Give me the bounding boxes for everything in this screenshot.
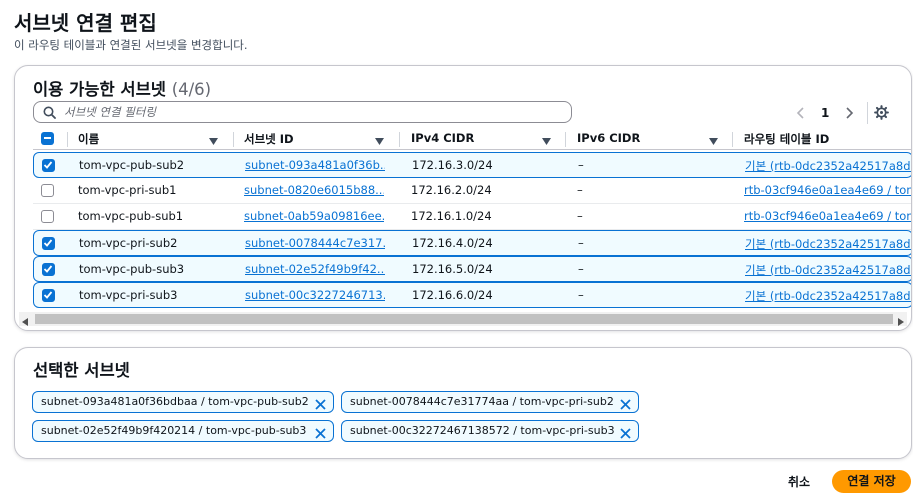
- token-label: subnet-0078444c7e31774aa / tom-vpc-pri-s…: [350, 395, 614, 408]
- scrollbar-thumb[interactable]: [35, 314, 893, 324]
- available-subnets-panel: 이용 가능한 서브넷 (4/6) 1 이름 서브넷 ID IPv4 CIDR I…: [14, 65, 912, 331]
- pager-divider: [867, 102, 868, 124]
- route-table-link[interactable]: rtb-03cf946e0a1ea4e69 / tom-: [744, 183, 911, 197]
- table-row[interactable]: tom-vpc-pri-sub3 subnet-00c3227246713...…: [33, 282, 911, 308]
- row-checkbox[interactable]: [41, 210, 54, 223]
- token-label: subnet-02e52f49b9f420214 / tom-vpc-pub-s…: [41, 424, 307, 437]
- remove-token-icon[interactable]: [315, 397, 326, 417]
- ipv6-cidr: –: [578, 236, 584, 250]
- selected-subnet-token: subnet-00c32272467138572 / tom-vpc-pri-s…: [341, 420, 639, 442]
- selected-subnets-panel: 선택한 서브넷 subnet-093a481a0f36bdbaa / tom-v…: [14, 347, 912, 459]
- selection-count: (4/6): [171, 80, 212, 99]
- subnet-id-link[interactable]: subnet-0ab59a09816ee...: [244, 209, 384, 223]
- available-subnets-heading: 이용 가능한 서브넷: [33, 80, 166, 99]
- route-table-link[interactable]: 기본 (rtb-0dc2352a42517a8dd: [745, 288, 911, 304]
- table-row[interactable]: tom-vpc-pub-sub3 subnet-02e52f49b9f42...…: [33, 256, 911, 282]
- sort-caret-icon[interactable]: [375, 134, 384, 148]
- subnet-id-link[interactable]: subnet-00c3227246713...: [245, 288, 385, 302]
- table-row[interactable]: tom-vpc-pri-sub1 subnet-0820e6015b88... …: [33, 178, 911, 204]
- select-all-checkbox[interactable]: [41, 132, 54, 145]
- ipv6-cidr: –: [577, 209, 583, 223]
- ipv4-cidr: 172.16.6.0/24: [412, 288, 493, 302]
- ipv6-cidr: –: [578, 158, 584, 172]
- filter-box[interactable]: [33, 101, 572, 123]
- column-divider: [565, 132, 566, 147]
- subnet-name: tom-vpc-pub-sub2: [79, 158, 185, 172]
- selected-subnet-token: subnet-0078444c7e31774aa / tom-vpc-pri-s…: [341, 391, 639, 413]
- subnet-name: tom-vpc-pub-sub1: [78, 209, 184, 223]
- table-row[interactable]: tom-vpc-pub-sub1 subnet-0ab59a09816ee...…: [33, 204, 911, 230]
- column-header-subnet-id[interactable]: 서브넷 ID: [244, 131, 294, 147]
- column-header-route-table[interactable]: 라우팅 테이블 ID: [744, 131, 829, 147]
- column-divider: [732, 132, 733, 147]
- current-page[interactable]: 1: [821, 106, 829, 124]
- ipv6-cidr: –: [578, 288, 584, 302]
- page-title: 서브넷 연결 편집: [14, 11, 157, 35]
- subnet-name: tom-vpc-pri-sub2: [79, 236, 178, 250]
- row-checkbox[interactable]: [42, 159, 55, 172]
- ipv6-cidr: –: [578, 262, 584, 276]
- route-table-link[interactable]: 기본 (rtb-0dc2352a42517a8dd: [745, 236, 911, 252]
- sort-caret-icon[interactable]: [709, 134, 718, 148]
- route-table-link[interactable]: rtb-03cf946e0a1ea4e69 / tom-: [744, 209, 911, 223]
- selected-subnet-token: subnet-093a481a0f36bdbaa / tom-vpc-pub-s…: [32, 391, 334, 413]
- ipv4-cidr: 172.16.3.0/24: [412, 158, 493, 172]
- token-label: subnet-093a481a0f36bdbaa / tom-vpc-pub-s…: [41, 395, 309, 408]
- column-divider: [233, 132, 234, 147]
- horizontal-scrollbar[interactable]: [19, 312, 907, 326]
- subnet-id-link[interactable]: subnet-093a481a0f36b...: [245, 158, 385, 172]
- subnet-id-link[interactable]: subnet-0078444c7e317...: [245, 236, 385, 250]
- next-page-icon[interactable]: [844, 104, 854, 122]
- route-table-link[interactable]: 기본 (rtb-0dc2352a42517a8dd: [745, 158, 911, 174]
- filter-input[interactable]: [62, 103, 562, 121]
- remove-token-icon[interactable]: [315, 426, 326, 446]
- column-header-ipv6[interactable]: IPv6 CIDR: [577, 131, 640, 145]
- column-header-ipv4[interactable]: IPv4 CIDR: [411, 131, 474, 145]
- column-header-name[interactable]: 이름: [78, 131, 99, 147]
- scroll-left-icon[interactable]: [22, 315, 28, 329]
- ipv4-cidr: 172.16.2.0/24: [411, 183, 492, 197]
- prev-page-icon[interactable]: [796, 104, 806, 122]
- ipv6-cidr: –: [577, 183, 583, 197]
- available-subnets-title: 이용 가능한 서브넷 (4/6): [33, 76, 211, 100]
- save-associations-button[interactable]: 연결 저장: [832, 470, 911, 493]
- subnet-id-link[interactable]: subnet-0820e6015b88...: [244, 183, 384, 197]
- remove-token-icon[interactable]: [620, 426, 631, 446]
- selected-subnets-title: 선택한 서브넷: [33, 361, 130, 380]
- subnet-name: tom-vpc-pub-sub3: [79, 262, 185, 276]
- row-checkbox[interactable]: [42, 263, 55, 276]
- gear-icon[interactable]: [874, 105, 889, 123]
- column-divider: [399, 132, 400, 147]
- search-icon: [43, 106, 56, 122]
- ipv4-cidr: 172.16.5.0/24: [412, 262, 493, 276]
- table-header: 이름 서브넷 ID IPv4 CIDR IPv6 CIDR 라우팅 테이블 ID: [33, 128, 911, 150]
- cancel-button[interactable]: 취소: [788, 473, 810, 490]
- route-table-link[interactable]: 기본 (rtb-0dc2352a42517a8dd: [745, 262, 911, 278]
- table-row[interactable]: tom-vpc-pub-sub2 subnet-093a481a0f36b...…: [33, 152, 911, 178]
- subnet-name: tom-vpc-pri-sub3: [79, 288, 178, 302]
- row-checkbox[interactable]: [42, 237, 55, 250]
- subnet-id-link[interactable]: subnet-02e52f49b9f42...: [245, 262, 385, 276]
- row-checkbox[interactable]: [42, 289, 55, 302]
- sort-caret-icon[interactable]: [209, 134, 218, 148]
- remove-token-icon[interactable]: [620, 397, 631, 417]
- token-label: subnet-00c32272467138572 / tom-vpc-pri-s…: [350, 424, 615, 437]
- scroll-right-icon[interactable]: [898, 315, 904, 329]
- column-divider: [67, 132, 68, 147]
- table-row[interactable]: tom-vpc-pri-sub2 subnet-0078444c7e317...…: [33, 230, 911, 256]
- page-description: 이 라우팅 테이블과 연결된 서브넷을 변경합니다.: [14, 38, 248, 52]
- row-checkbox[interactable]: [41, 184, 54, 197]
- sort-caret-icon[interactable]: [542, 134, 551, 148]
- selected-subnet-token: subnet-02e52f49b9f420214 / tom-vpc-pub-s…: [32, 420, 334, 442]
- subnet-name: tom-vpc-pri-sub1: [78, 183, 177, 197]
- ipv4-cidr: 172.16.4.0/24: [412, 236, 493, 250]
- ipv4-cidr: 172.16.1.0/24: [411, 209, 492, 223]
